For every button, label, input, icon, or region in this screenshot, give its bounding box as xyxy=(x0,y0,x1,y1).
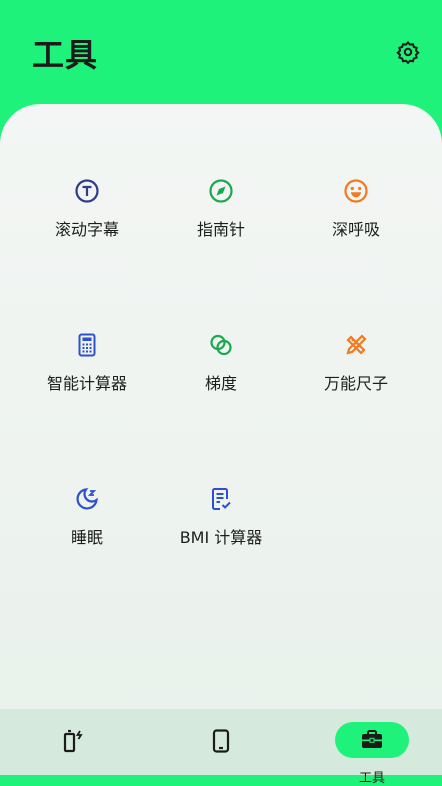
tools-panel: 滚动字幕 指南针 深呼吸 智能计算器 梯度 万能尺子 睡眠 BMI 计算器 xyxy=(0,104,442,710)
phone-icon xyxy=(212,729,230,753)
compass-icon xyxy=(209,179,233,203)
battery-charge-icon xyxy=(63,729,83,753)
bmi-document-icon xyxy=(212,488,231,510)
tool-compass[interactable]: 指南针 xyxy=(151,178,291,258)
tool-marquee[interactable]: 滚动字幕 xyxy=(17,178,157,258)
moon-sleep-icon xyxy=(76,488,98,510)
calculator-icon xyxy=(78,333,96,357)
tool-label: 滚动字幕 xyxy=(54,220,119,239)
nav-battery[interactable] xyxy=(0,709,147,775)
page-title: 工具 xyxy=(32,36,99,74)
tool-label: 指南针 xyxy=(196,220,245,239)
tool-sleep[interactable]: 睡眠 xyxy=(17,486,157,566)
tool-label: 万能尺子 xyxy=(323,374,388,393)
tool-label: 睡眠 xyxy=(70,528,103,547)
tool-label: 梯度 xyxy=(204,374,237,393)
tool-bmi[interactable]: BMI 计算器 xyxy=(151,486,291,566)
nav-phone[interactable] xyxy=(147,709,294,775)
toolbox-icon xyxy=(362,730,382,748)
tool-calculator[interactable]: 智能计算器 xyxy=(17,332,157,412)
marquee-t-icon xyxy=(75,179,99,203)
gear-icon[interactable] xyxy=(396,40,420,64)
ruler-pencil-icon xyxy=(346,334,367,355)
tool-label: 深呼吸 xyxy=(331,220,380,239)
tool-gradient[interactable]: 梯度 xyxy=(151,332,291,412)
tool-label: BMI 计算器 xyxy=(179,528,263,547)
tool-breathing[interactable]: 深呼吸 xyxy=(286,178,426,258)
bottom-nav: 工具 xyxy=(0,709,442,786)
smile-icon xyxy=(344,179,368,203)
gradient-circles-icon xyxy=(210,334,232,356)
header: 工具 xyxy=(0,0,442,110)
tool-ruler[interactable]: 万能尺子 xyxy=(286,332,426,412)
nav-tools-label: 工具 xyxy=(359,771,386,786)
tool-label: 智能计算器 xyxy=(46,374,127,393)
